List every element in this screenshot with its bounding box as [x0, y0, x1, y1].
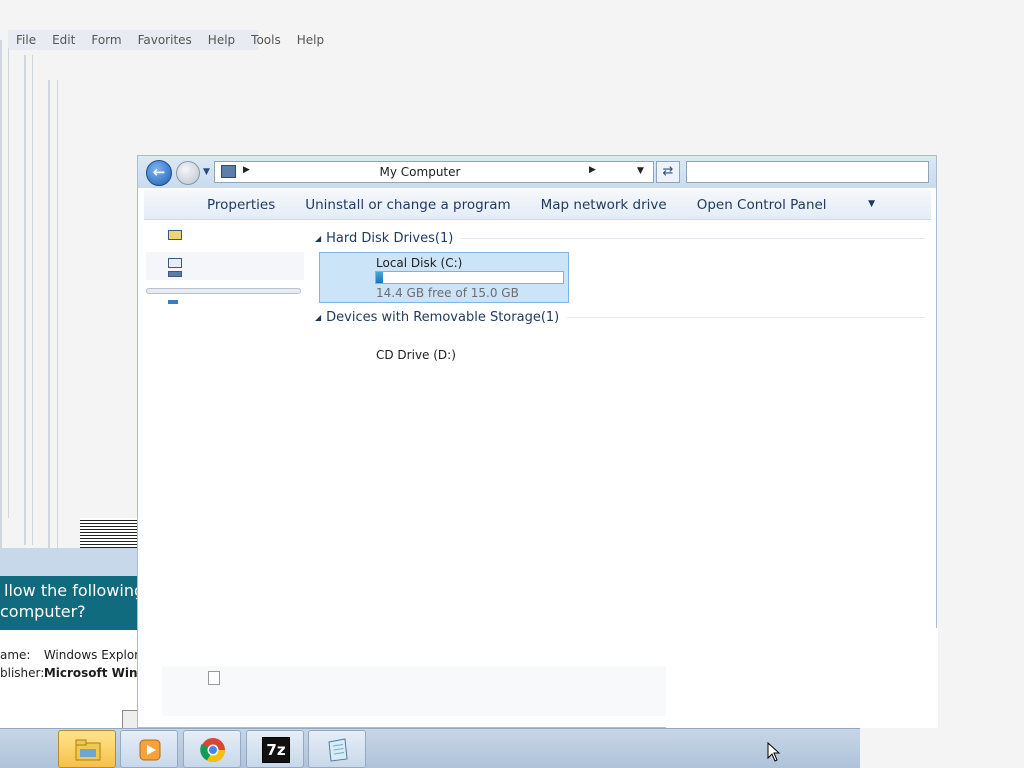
group-divider [461, 237, 925, 239]
ghost-menu-help-a[interactable]: Help [200, 33, 243, 47]
ghost-border [24, 55, 26, 545]
drive-free-space: 14.4 GB free of 15.0 GB [376, 286, 519, 300]
ghost-menubar: File Edit Form Favorites Help Tools Help [8, 30, 324, 50]
computer-icon [221, 165, 236, 178]
uac-publisher-label: blisher: [0, 666, 45, 680]
ghost-border [48, 80, 50, 550]
back-arrow-icon: ← [152, 163, 166, 181]
network-icon[interactable] [168, 300, 178, 304]
forward-button[interactable] [176, 161, 200, 185]
7zip-icon: 7z [262, 737, 290, 763]
taskbar-explorer[interactable] [58, 730, 116, 768]
favorites-icon [168, 230, 182, 240]
recent-pages-chevron-icon[interactable]: ▼ [203, 167, 210, 177]
refresh-button[interactable]: ⇄ [656, 161, 680, 183]
collapse-triangle-icon[interactable]: ◢ [315, 313, 321, 322]
notepad-icon [328, 738, 348, 762]
media-player-icon [139, 739, 161, 761]
library-icon [168, 258, 182, 268]
navigation-pane [146, 220, 304, 720]
nav-pane-scrollbar[interactable] [146, 288, 301, 294]
chrome-icon [200, 738, 225, 763]
ghost-border [57, 80, 58, 550]
ghost-menu-help[interactable]: Help [289, 33, 332, 47]
uac-name-value: Windows Explorer [43, 648, 152, 662]
nav-item-favorites[interactable] [146, 220, 304, 248]
ghost-border [8, 48, 9, 518]
uninstall-program-button[interactable]: Uninstall or change a program [290, 197, 525, 213]
address-text: My Computer [379, 165, 461, 179]
breadcrumb-arrow-icon[interactable]: ▶ [243, 165, 250, 175]
ghost-menu-form[interactable]: Form [83, 33, 129, 47]
drive-usage-fill [376, 272, 384, 283]
map-network-drive-button[interactable]: Map network drive [526, 197, 682, 213]
uac-name-label: ame: [0, 648, 31, 662]
ghost-menu-edit[interactable]: Edit [44, 33, 83, 47]
render-artifact [162, 666, 666, 716]
group-header-removable-storage[interactable]: ◢ Devices with Removable Storage(1) [315, 308, 925, 326]
render-artifact [666, 628, 938, 728]
group-title: Devices with Removable Storage(1) [326, 309, 560, 325]
taskbar-chrome[interactable] [183, 730, 241, 768]
search-input[interactable] [686, 161, 929, 183]
cd-drive-d[interactable]: CD Drive (D:) [376, 348, 456, 362]
taskbar-7zip[interactable]: 7z [246, 730, 304, 768]
more-commands-chevron-icon[interactable]: ▼ [868, 199, 875, 209]
open-control-panel-button[interactable]: Open Control Panel [682, 197, 842, 213]
nav-item-libraries[interactable] [146, 252, 304, 280]
7zip-label: 7z [266, 741, 286, 759]
ghost-menu-favorites[interactable]: Favorites [130, 33, 200, 47]
refresh-icon: ⇄ [662, 164, 674, 179]
group-divider [567, 316, 925, 318]
mouse-cursor-icon [767, 742, 781, 762]
checkbox[interactable] [208, 671, 220, 685]
drive-name: Local Disk (C:) [376, 256, 463, 270]
breadcrumb-arrow-icon[interactable]: ▶ [589, 165, 596, 175]
ghost-menu-file[interactable]: File [8, 33, 44, 47]
group-title: Hard Disk Drives(1) [326, 230, 454, 246]
back-button[interactable]: ← [146, 160, 172, 186]
ghost-border [0, 40, 2, 550]
drive-usage-bar [375, 271, 564, 284]
taskbar: 7z [0, 728, 860, 768]
properties-button[interactable]: Properties [144, 197, 290, 213]
folder-icon [75, 739, 101, 761]
address-bar[interactable]: My Computer ▶ ▶ ▼ [214, 161, 654, 183]
group-header-hard-disk-drives[interactable]: ◢ Hard Disk Drives(1) [315, 229, 925, 247]
drive-icon [168, 271, 182, 277]
ghost-border [32, 55, 33, 545]
navigation-bar: ← ▼ My Computer ▶ ▶ ▼ ⇄ [138, 156, 936, 188]
address-dropdown-icon[interactable]: ▼ [637, 166, 644, 176]
local-disk-c[interactable]: Local Disk (C:) 14.4 GB free of 15.0 GB [319, 252, 569, 303]
taskbar-media-player[interactable] [120, 730, 178, 768]
ghost-menu-tools[interactable]: Tools [243, 33, 289, 47]
collapse-triangle-icon[interactable]: ◢ [315, 234, 321, 243]
command-bar: Properties Uninstall or change a program… [144, 190, 931, 220]
taskbar-notepad[interactable] [308, 730, 366, 768]
